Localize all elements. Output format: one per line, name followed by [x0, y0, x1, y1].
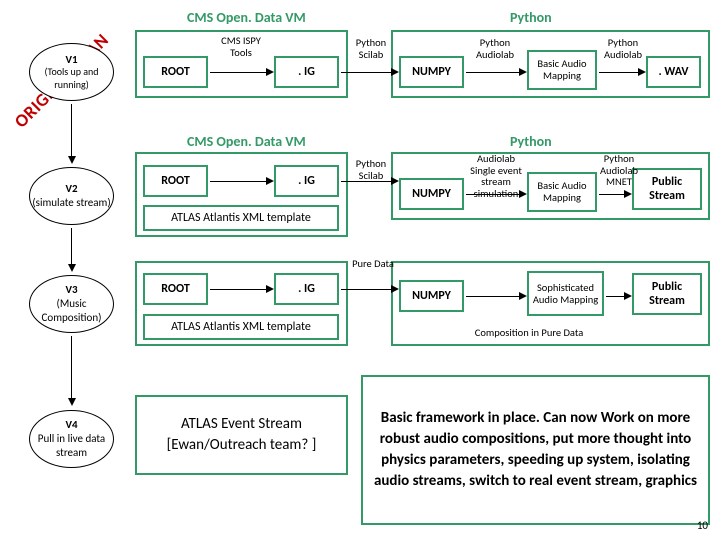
step-v3: V3 (Music Composition) — [29, 275, 114, 333]
arrow — [71, 104, 72, 162]
row1-label-ispy: CMS ISPY Tools — [212, 35, 270, 58]
row3-numpy: NUMPY — [399, 280, 464, 312]
step-v3-sub: (Music Composition) — [30, 297, 113, 325]
row3-soph: Sophisticated Audio Mapping — [527, 271, 604, 316]
arrow — [71, 336, 72, 404]
step-v2-title: V2 — [65, 182, 77, 196]
row2-basic-audio: Basic Audio Mapping — [527, 172, 597, 212]
step-v2: V2 (simulate stream) — [29, 167, 114, 225]
row1-header-cms: CMS Open. Data VM — [187, 9, 306, 26]
row3-public-stream-text: Public Stream — [634, 280, 700, 308]
row3-label-pure: Pure Data — [347, 258, 399, 270]
arrow — [341, 72, 397, 73]
row1-numpy: NUMPY — [399, 56, 464, 88]
row2-root: ROOT — [143, 165, 208, 197]
step-v3-title: V3 — [65, 283, 77, 297]
arrow — [599, 72, 644, 73]
page-number: 10 — [697, 519, 708, 532]
step-v1-sub: (Tools up and running) — [30, 66, 113, 91]
step-v4: V4 Pull in live data stream — [29, 410, 114, 468]
row2-header-python: Python — [510, 133, 552, 150]
arrow — [466, 296, 525, 297]
arrow — [466, 72, 525, 73]
arrow — [210, 289, 272, 290]
step-v4-title: V4 — [65, 418, 77, 432]
row2-ig: . IG — [274, 165, 339, 197]
row3-ig: . IG — [274, 273, 339, 305]
row4-event-stream: ATLAS Event Stream [Ewan/Outreach team? … — [135, 395, 348, 475]
row3-atlas: ATLAS Atlantis XML template — [143, 314, 339, 340]
arrow — [466, 194, 525, 195]
row3-public-stream: Public Stream — [632, 273, 702, 315]
row1-label-scilab: Python Scilab — [350, 37, 392, 60]
row3-root: ROOT — [143, 273, 208, 305]
step-v1-title: V1 — [65, 53, 77, 67]
row2-public-stream-text: Public Stream — [634, 175, 700, 203]
arrow — [210, 181, 272, 182]
step-v1: V1 (Tools up and running) — [29, 43, 114, 101]
row1-label-audio-r: Python Audiolab — [598, 37, 648, 60]
step-v2-sub: (simulate stream) — [32, 196, 110, 210]
row1-label-audio-l: Python Audiolab — [470, 37, 520, 60]
row3-label-comp: Composition in Pure Data — [464, 327, 594, 339]
row2-header-cms: CMS Open. Data VM — [187, 133, 306, 150]
row2-label-scilab: Python Scilab — [350, 158, 392, 181]
arrow — [341, 289, 397, 290]
arrow — [71, 228, 72, 270]
row2-label-audio-mnet: Python Audiolab MNET — [595, 153, 643, 188]
row4-summary: Basic framework in place. Can now Work o… — [361, 375, 710, 525]
arrow — [606, 296, 630, 297]
row2-atlas: ATLAS Atlantis XML template — [143, 205, 339, 231]
row2-numpy: NUMPY — [399, 178, 464, 210]
arrow — [341, 181, 397, 182]
row1-wav: . WAV — [646, 56, 701, 88]
row1-basic-audio: Basic Audio Mapping — [527, 50, 597, 90]
row1-ig: . IG — [274, 56, 339, 88]
arrow — [599, 194, 630, 195]
row2-label-audiolab-single: Audiolab Single event stream simulation — [465, 153, 527, 199]
row1-header-python: Python — [510, 9, 552, 26]
arrow — [210, 72, 272, 73]
step-v4-sub: Pull in live data stream — [30, 432, 113, 460]
row1-root: ROOT — [143, 56, 208, 88]
